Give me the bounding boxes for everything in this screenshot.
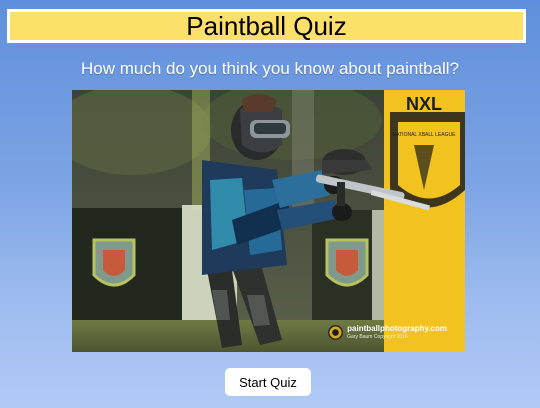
- photo-watermark: paintballphotography.com Gary Baum Copyr…: [328, 325, 447, 340]
- watermark-site: paintballphotography.com: [347, 324, 447, 333]
- page-title: Paintball Quiz: [186, 11, 347, 41]
- paintball-player-photo: NXL NATIONAL XBALL LEAGUE: [72, 90, 465, 352]
- camera-lens-icon: [328, 325, 344, 340]
- hero-image: NXL NATIONAL XBALL LEAGUE paintballphoto…: [72, 90, 465, 352]
- quiz-intro-question: How much do you think you know about pai…: [80, 59, 459, 78]
- watermark-credit: Gary Baum Copyright 2016: [347, 334, 408, 340]
- start-quiz-button[interactable]: Start Quiz: [225, 368, 311, 396]
- banner-logo-text: NXL: [406, 94, 442, 114]
- banner-subtext: NATIONAL XBALL LEAGUE: [393, 132, 457, 138]
- title-bar: Paintball Quiz: [7, 9, 526, 43]
